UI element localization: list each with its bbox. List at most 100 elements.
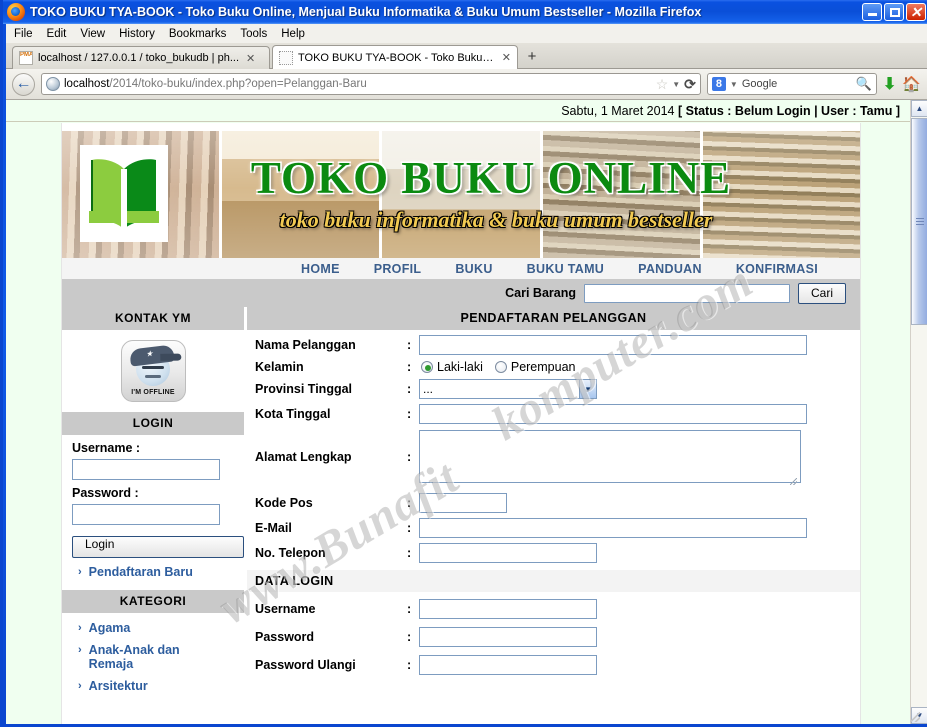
- kelamin-radio-laki-laki[interactable]: [421, 361, 433, 373]
- nav-item-panduan[interactable]: PANDUAN: [638, 262, 702, 276]
- sidebar-username-label: Username :: [72, 441, 141, 455]
- form-row-kelamin: Kelamin : Laki-laki Perempuan: [247, 355, 860, 374]
- sidebar-password-label: Password :: [72, 486, 139, 500]
- window-title: TOKO BUKU TYA-BOOK - Toko Buku Online, M…: [30, 5, 702, 19]
- menu-item-help[interactable]: Help: [281, 28, 305, 40]
- menu-item-bookmarks[interactable]: Bookmarks: [169, 28, 227, 40]
- sidebar-item-kategori-anak-anak[interactable]: › Anak-Anak dan Remaja: [62, 635, 244, 671]
- email-input[interactable]: [419, 518, 807, 538]
- chevron-down-icon[interactable]: ▼: [672, 80, 680, 89]
- page-scrollbar[interactable]: ▲ ▼: [910, 100, 927, 724]
- scroll-up-icon[interactable]: ▲: [911, 100, 927, 117]
- chevron-right-icon: ›: [78, 622, 82, 634]
- browser-search-box[interactable]: 8 ▼ Google 🔍: [706, 73, 877, 95]
- form-heading: PENDAFTARAN PELANGGAN: [247, 307, 860, 330]
- alamat-lengkap-textarea[interactable]: [419, 430, 801, 483]
- field-label: Password: [255, 630, 315, 644]
- login-username-input[interactable]: [419, 599, 597, 619]
- form-row-kota-tinggal: Kota Tinggal :: [247, 399, 860, 424]
- chevron-right-icon: ›: [78, 566, 82, 578]
- ym-status-area: ★ I'M OFFLINE: [62, 330, 244, 412]
- site-identity-icon: [46, 77, 60, 91]
- tab-close-icon[interactable]: ✕: [246, 52, 255, 65]
- yahoo-messenger-offline-icon[interactable]: ★ I'M OFFLINE: [120, 340, 186, 402]
- phpmyadmin-favicon-icon: PMA: [19, 51, 33, 65]
- browser-tab-tokobuku[interactable]: TOKO BUKU TYA-BOOK - Toko Buku Onlin... …: [272, 45, 518, 69]
- new-tab-button[interactable]: +: [520, 47, 544, 68]
- downloads-icon[interactable]: ⬇: [883, 74, 896, 94]
- sidebar-login-button[interactable]: Login: [72, 536, 244, 558]
- window-resize-grip[interactable]: [910, 712, 920, 722]
- sidebar-password-input[interactable]: [72, 504, 220, 525]
- field-separator: :: [407, 338, 412, 352]
- firefox-logo-icon: [7, 3, 25, 21]
- menu-item-view[interactable]: View: [80, 28, 105, 40]
- search-engine-chevron-icon[interactable]: ▼: [730, 80, 738, 89]
- login-password-ulangi-input[interactable]: [419, 655, 597, 675]
- nav-item-buku[interactable]: BUKU: [455, 262, 492, 276]
- field-separator: :: [407, 360, 412, 374]
- menu-item-history[interactable]: History: [119, 28, 155, 40]
- form-row-email: E-Mail :: [247, 513, 860, 538]
- reload-icon[interactable]: ⟳: [684, 76, 696, 93]
- field-label: Kota Tinggal: [255, 407, 331, 421]
- sidebar-heading-kategori: KATEGORI: [62, 590, 244, 613]
- menu-item-edit[interactable]: Edit: [47, 28, 67, 40]
- nav-item-buku-tamu[interactable]: BUKU TAMU: [527, 262, 604, 276]
- sidebar-item-kategori-arsitektur[interactable]: › Arsitektur: [62, 671, 244, 693]
- textarea-resize-handle-icon[interactable]: [790, 478, 797, 485]
- no-telepon-input[interactable]: [419, 543, 597, 563]
- close-button[interactable]: ✕: [906, 3, 926, 21]
- nav-item-profil[interactable]: PROFIL: [374, 262, 422, 276]
- menu-item-file[interactable]: File: [14, 28, 33, 40]
- status-info: [ Status : Belum Login | User : Tamu ]: [677, 104, 900, 118]
- banner-photo: [382, 131, 540, 258]
- kelamin-option-label: Laki-laki: [437, 360, 483, 374]
- nama-pelanggan-input[interactable]: [419, 335, 807, 355]
- bookmark-star-icon[interactable]: ☆: [656, 76, 669, 93]
- site-container: TOKO BUKU ONLINE toko buku informatika &…: [61, 123, 861, 724]
- form-row-login-password-ulangi: Password Ulangi :: [247, 647, 860, 675]
- sidebar-password-field: Password :: [62, 480, 244, 525]
- sidebar-link-pendaftaran-baru[interactable]: › Pendaftaran Baru: [62, 558, 244, 579]
- home-icon[interactable]: 🏠: [902, 75, 921, 93]
- minimize-button[interactable]: [862, 3, 882, 21]
- address-bar[interactable]: localhost/2014/toko-buku/index.php?open=…: [41, 73, 701, 95]
- back-button-icon[interactable]: ←: [12, 72, 35, 96]
- browser-tab-label: localhost / 127.0.0.1 / toko_bukudb | ph…: [38, 52, 239, 64]
- field-separator: :: [407, 382, 412, 396]
- field-label: Alamat Lengkap: [255, 450, 352, 464]
- field-separator: :: [407, 602, 412, 616]
- nav-item-home[interactable]: HOME: [301, 262, 340, 276]
- kelamin-radio-perempuan[interactable]: [494, 361, 507, 373]
- kode-pos-input[interactable]: [419, 493, 507, 513]
- field-label: Password Ulangi: [255, 658, 356, 672]
- field-label: Kelamin: [255, 360, 304, 374]
- sidebar-item-label: Arsitektur: [88, 679, 148, 693]
- nav-item-konfirmasi[interactable]: KONFIRMASI: [736, 262, 818, 276]
- field-label: Username: [255, 602, 316, 616]
- menu-item-tools[interactable]: Tools: [240, 28, 267, 40]
- search-icon[interactable]: 🔍: [856, 76, 872, 92]
- site-search-button[interactable]: Cari: [797, 282, 846, 304]
- site-search-input[interactable]: [583, 283, 790, 303]
- form-row-provinsi-tinggal: Provinsi Tinggal : ... ▼: [247, 374, 860, 399]
- form-row-alamat-lengkap: Alamat Lengkap :: [247, 424, 860, 488]
- sidebar-item-kategori-agama[interactable]: › Agama: [62, 613, 244, 635]
- status-date: Sabtu, 1 Maret 2014: [561, 104, 675, 118]
- field-separator: :: [407, 496, 412, 510]
- browser-tab-label: TOKO BUKU TYA-BOOK - Toko Buku Onlin...: [298, 51, 495, 64]
- kota-tinggal-input[interactable]: [419, 404, 807, 424]
- blank-favicon-icon: [279, 50, 293, 65]
- maximize-button[interactable]: [884, 3, 904, 21]
- login-password-input[interactable]: [419, 627, 597, 647]
- scrollbar-thumb[interactable]: [911, 118, 927, 325]
- browser-tab-phpmyadmin[interactable]: PMA localhost / 127.0.0.1 / toko_bukudb …: [12, 46, 270, 69]
- provinsi-tinggal-select[interactable]: ...: [419, 379, 597, 399]
- chevron-right-icon: ›: [78, 680, 82, 692]
- tab-close-icon[interactable]: ✕: [502, 51, 511, 64]
- sidebar-username-input[interactable]: [72, 459, 220, 480]
- sidebar-heading-kontak-ym: KONTAK YM: [62, 307, 244, 330]
- status-line: Sabtu, 1 Maret 2014 [ Status : Belum Log…: [6, 100, 910, 122]
- sidebar-link-label: Pendaftaran Baru: [88, 565, 193, 579]
